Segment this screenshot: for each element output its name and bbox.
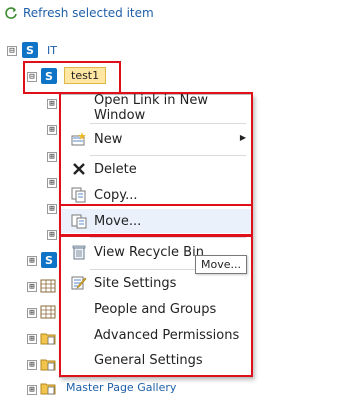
menu-item-open-link-new-window[interactable]: Open Link in New Window <box>60 93 252 123</box>
recycle-bin-icon <box>70 243 88 261</box>
tree-item-master-page-gallery[interactable]: Master Page Gallery <box>66 381 176 394</box>
menu-item-label: People and Groups <box>94 301 217 317</box>
refresh-label: Refresh selected item <box>23 6 154 20</box>
menu-item-label: Delete <box>94 161 137 177</box>
menu-item-site-settings[interactable]: Site Settings <box>60 271 252 295</box>
sharepoint-site-icon: S <box>41 68 57 84</box>
tree-expand-toggle[interactable]: ⊞ <box>27 282 37 292</box>
menu-item-advanced-permissions[interactable]: Advanced Permissions <box>60 323 252 347</box>
tree-expand-toggle[interactable]: ⊞ <box>27 385 37 395</box>
tree-expand-toggle[interactable]: ⊞ <box>47 99 57 109</box>
menu-separator <box>90 155 246 156</box>
menu-item-move[interactable]: Move... <box>60 209 252 233</box>
tree-item-test1-selected[interactable]: test1 <box>64 67 107 84</box>
tree-expand-toggle[interactable]: ⊞ <box>47 125 57 135</box>
menu-item-label: View Recycle Bin <box>94 244 204 260</box>
tree-expand-toggle[interactable]: ⊞ <box>47 230 57 240</box>
menu-item-label: New <box>94 131 123 147</box>
refresh-icon <box>5 7 17 19</box>
list-grid-icon <box>40 305 56 319</box>
document-library-icon <box>40 383 56 395</box>
new-icon <box>70 130 88 148</box>
sharepoint-site-icon: S <box>41 252 57 268</box>
context-menu: Open Link in New Window New ▶ Delete Cop… <box>59 93 253 378</box>
menu-item-label: Open Link in New Window <box>94 93 208 123</box>
menu-item-delete[interactable]: Delete <box>60 157 252 181</box>
sharepoint-site-icon: S <box>22 42 38 58</box>
copy-icon <box>70 186 88 204</box>
document-library-icon <box>40 359 56 371</box>
delete-x-icon <box>70 160 88 178</box>
menu-separator <box>90 123 246 124</box>
move-tooltip: Move... <box>195 255 247 274</box>
menu-item-label: Site Settings <box>94 275 177 291</box>
move-icon <box>70 212 88 230</box>
menu-item-label: General Settings <box>94 352 203 368</box>
root-collapse-toggle[interactable]: ⊟ <box>7 46 17 56</box>
tree-expand-toggle[interactable]: ⊞ <box>47 178 57 188</box>
menu-item-label: Advanced Permissions <box>94 327 240 343</box>
menu-separator <box>90 237 246 238</box>
menu-item-label: Copy... <box>94 187 138 203</box>
list-grid-icon <box>40 279 56 293</box>
tree-expand-toggle[interactable]: ⊞ <box>47 152 57 162</box>
menu-item-label: Move... <box>94 213 142 229</box>
tree-expand-toggle[interactable]: ⊞ <box>27 256 37 266</box>
site-settings-icon <box>70 274 88 292</box>
menu-item-general-settings[interactable]: General Settings <box>60 348 252 372</box>
tree-expand-toggle[interactable]: ⊞ <box>27 308 37 318</box>
tree-expand-toggle[interactable]: ⊞ <box>47 204 57 214</box>
document-library-icon <box>40 333 56 345</box>
submenu-arrow-icon: ▶ <box>239 133 246 142</box>
tree-item-it[interactable]: IT <box>47 44 57 57</box>
test1-collapse-toggle[interactable]: ⊟ <box>27 72 37 82</box>
tree-expand-toggle[interactable]: ⊞ <box>27 334 37 344</box>
tree-expand-toggle[interactable]: ⊞ <box>27 360 37 370</box>
menu-item-new[interactable]: New ▶ <box>60 127 252 151</box>
menu-item-copy[interactable]: Copy... <box>60 183 252 207</box>
menu-item-people-and-groups[interactable]: People and Groups <box>60 297 252 321</box>
refresh-selected-item-link[interactable]: Refresh selected item <box>4 6 154 20</box>
